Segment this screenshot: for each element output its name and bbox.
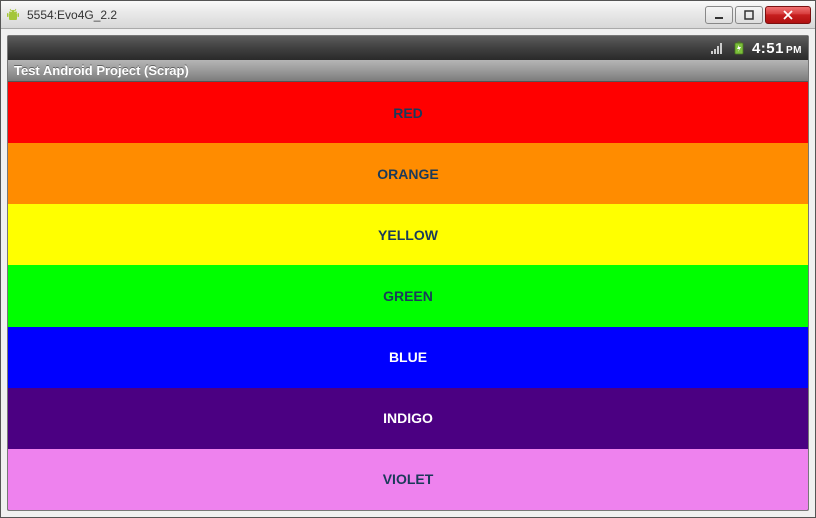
color-label: ORANGE <box>377 166 438 182</box>
android-statusbar[interactable]: 4:51PM <box>8 36 808 60</box>
window-titlebar[interactable]: 5554:Evo4G_2.2 <box>1 1 815 29</box>
list-item[interactable]: VIOLET <box>8 449 808 510</box>
app-title: Test Android Project (Scrap) <box>14 63 189 78</box>
emulator-window: 5554:Evo4G_2.2 <box>0 0 816 518</box>
maximize-button[interactable] <box>735 6 763 24</box>
window-title: 5554:Evo4G_2.2 <box>27 8 703 22</box>
app-titlebar: Test Android Project (Scrap) <box>8 60 808 82</box>
emulator-screen: 4:51PM Test Android Project (Scrap) RED O… <box>7 35 809 511</box>
list-item[interactable]: ORANGE <box>8 143 808 204</box>
clock-time: 4:51 <box>752 40 784 57</box>
signal-icon <box>710 41 726 55</box>
window-controls <box>703 6 811 24</box>
list-item[interactable]: RED <box>8 82 808 143</box>
battery-icon <box>732 41 746 55</box>
android-icon <box>5 7 21 23</box>
color-label: YELLOW <box>378 227 438 243</box>
minimize-button[interactable] <box>705 6 733 24</box>
list-item[interactable]: BLUE <box>8 327 808 388</box>
list-item[interactable]: YELLOW <box>8 204 808 265</box>
color-label: VIOLET <box>383 471 434 487</box>
close-button[interactable] <box>765 6 811 24</box>
clock-ampm: PM <box>786 45 802 56</box>
clock: 4:51PM <box>752 40 802 57</box>
client-area: 4:51PM Test Android Project (Scrap) RED O… <box>1 29 815 517</box>
color-label: GREEN <box>383 288 433 304</box>
color-label: BLUE <box>389 349 427 365</box>
list-item[interactable]: GREEN <box>8 265 808 326</box>
list-item[interactable]: INDIGO <box>8 388 808 449</box>
color-label: INDIGO <box>383 410 433 426</box>
color-label: RED <box>393 105 423 121</box>
color-list: RED ORANGE YELLOW GREEN BLUE INDIGO VIOLET <box>8 82 808 510</box>
